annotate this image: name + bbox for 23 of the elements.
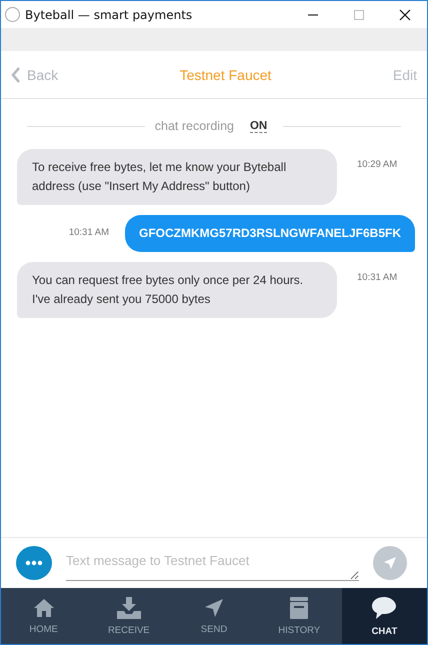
nav-tab[interactable]: CHAT [342,588,427,644]
chat-title: Testnet Faucet [180,66,272,82]
speech-bubble-icon [371,596,398,620]
window-title: Byteball — smart payments [25,8,194,22]
more-button[interactable] [16,546,52,580]
app-icon [5,7,20,22]
close-icon[interactable] [399,8,411,20]
maximize-icon[interactable] [353,8,365,20]
paper-plane-icon [383,556,397,570]
message-bubble: To receive free bytes, let me know your Byteball address (use "Insert My Address" button) [17,149,337,205]
message-bubble: You can request free bytes only once per 24 hours. I've already sent you 75000 bytes [17,262,337,318]
message-time: 10:31 AM [68,227,109,238]
download-tray-icon [116,596,142,618]
archive-icon [289,596,310,618]
recording-toggle[interactable]: ON [250,120,268,132]
message-time: 10:29 AM [357,159,398,170]
message-bubble: GFOCZMKMG57RD3RSLNGWFANELJF6B5FK [124,215,415,252]
paper-plane-icon [204,598,224,618]
home-icon [32,598,55,618]
ellipsis-icon [25,560,43,566]
chevron-left-icon [11,66,21,84]
chat-recording-label: chat recording [154,119,234,133]
message-time: 10:31 AM [357,272,398,283]
